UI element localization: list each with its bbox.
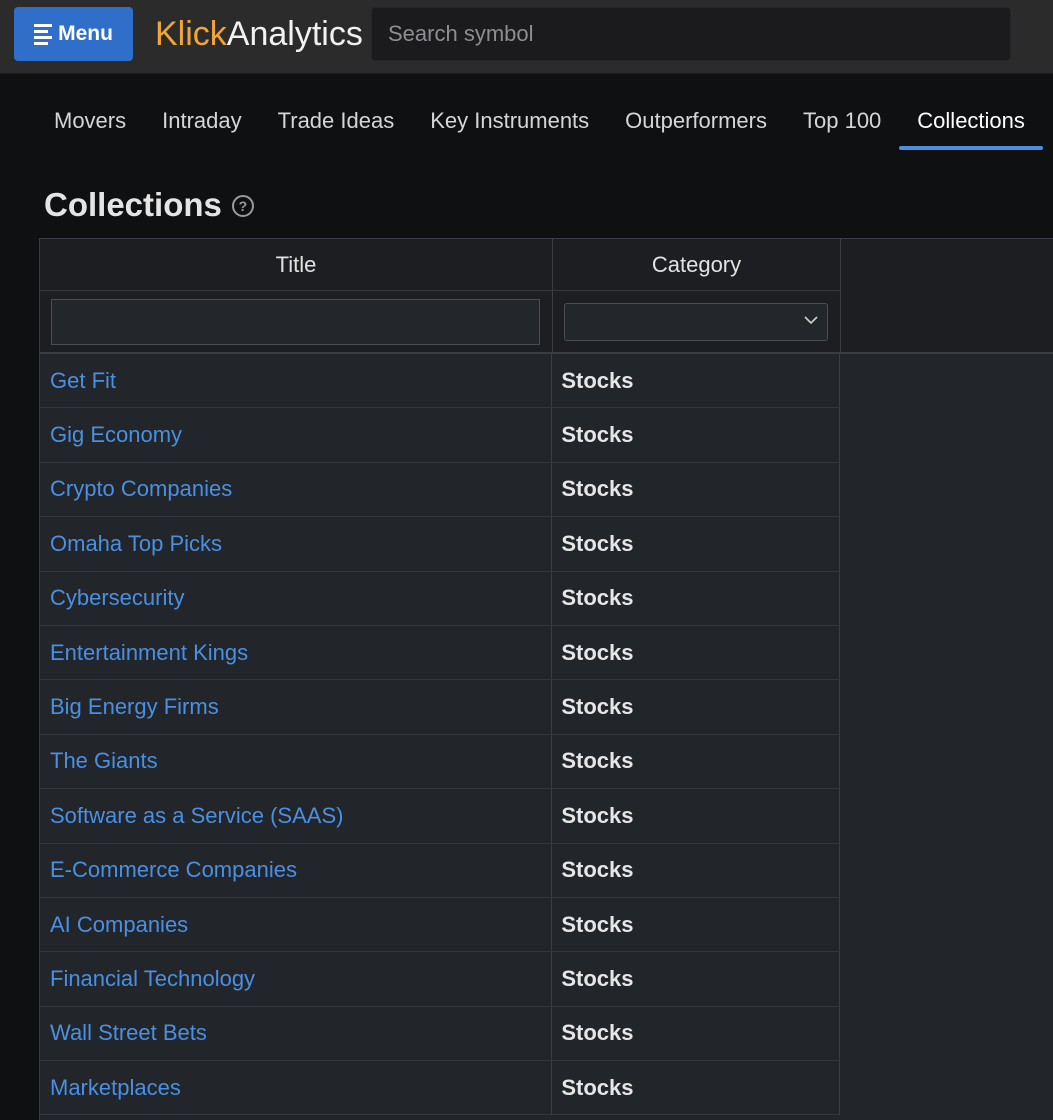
table-row: Marketplaces Stocks <box>40 1061 840 1116</box>
chevron-down-icon <box>804 316 818 325</box>
collection-link[interactable]: Big Energy Firms <box>50 694 219 720</box>
collection-link[interactable]: Marketplaces <box>50 1075 181 1101</box>
hamburger-icon <box>34 23 53 45</box>
category-value: Stocks <box>561 748 634 774</box>
category-cell: Stocks <box>552 354 840 408</box>
title-cell: AI Companies <box>40 897 553 952</box>
title-cell: The Giants <box>40 734 553 789</box>
collection-link[interactable]: E-Commerce Companies <box>50 857 297 883</box>
table-row: Big Energy Firms Stocks <box>40 680 840 735</box>
logo-analytics: Analytics <box>226 15 363 53</box>
table-row: Omaha Top Picks Stocks <box>40 517 840 572</box>
table-row: Wall Street Bets Stocks <box>40 1006 840 1062</box>
category-cell: Stocks <box>552 952 840 1006</box>
tab-outperformers[interactable]: Outperformers <box>607 94 785 150</box>
title-cell: E-Commerce Companies <box>40 843 553 897</box>
menu-button[interactable]: Menu <box>14 7 133 61</box>
title-cell: Software as a Service (SAAS) <box>40 789 553 843</box>
category-value: Stocks <box>561 476 634 502</box>
tab-trade-ideas[interactable]: Trade Ideas <box>260 94 413 150</box>
category-value: Stocks <box>561 857 634 883</box>
logo-klick: Klick <box>155 15 227 53</box>
table-row: Cybersecurity Stocks <box>40 571 840 626</box>
table-body: Get Fit Stocks Gig Economy Stocks Crypto Com… <box>40 354 840 1116</box>
collection-link[interactable]: Entertainment Kings <box>50 640 248 666</box>
column-header-category[interactable]: Category <box>553 239 840 291</box>
page-title: Collections <box>44 186 222 223</box>
table-row: E-Commerce Companies Stocks <box>40 843 840 898</box>
category-value: Stocks <box>561 802 634 828</box>
top-bar: Menu KlickAnalytics <box>0 0 1053 74</box>
table-row: Financial Technology Stocks <box>40 952 840 1007</box>
table-row: Gig Economy Stocks <box>40 408 840 463</box>
category-cell: Stocks <box>552 625 840 680</box>
table-header: Title Category <box>40 239 1053 354</box>
tab-key-instruments[interactable]: Key Instruments <box>412 94 607 150</box>
column-title: Title <box>40 239 553 352</box>
help-circle-icon[interactable]: ? <box>231 195 254 217</box>
title-cell: Get Fit <box>40 354 553 408</box>
table-row: Entertainment Kings Stocks <box>40 625 840 681</box>
collection-link[interactable]: Get Fit <box>50 368 116 394</box>
title-cell: Gig Economy <box>40 408 553 462</box>
category-cell: Stocks <box>552 680 840 734</box>
title-cell: Wall Street Bets <box>40 1006 553 1061</box>
category-cell: Stocks <box>552 1006 840 1061</box>
title-cell: Financial Technology <box>40 952 553 1006</box>
category-cell: Stocks <box>552 789 840 843</box>
collection-link[interactable]: Gig Economy <box>50 422 182 448</box>
category-cell: Stocks <box>552 897 840 952</box>
title-cell: Big Energy Firms <box>40 680 553 734</box>
tab-collections[interactable]: Collections <box>899 94 1043 150</box>
table-row: Get Fit Stocks <box>40 354 840 409</box>
category-value: Stocks <box>561 694 634 720</box>
category-cell: Stocks <box>552 843 840 897</box>
title-cell: Marketplaces <box>40 1061 553 1115</box>
collection-link[interactable]: Wall Street Bets <box>50 1020 207 1046</box>
category-value: Stocks <box>561 911 634 937</box>
tab-movers[interactable]: Movers <box>36 94 144 150</box>
collection-link[interactable]: Omaha Top Picks <box>50 531 222 557</box>
collection-link[interactable]: Software as a Service (SAAS) <box>50 803 343 829</box>
page-heading: Collections ? <box>44 186 254 224</box>
search-input[interactable] <box>371 7 1011 61</box>
category-value: Stocks <box>561 965 634 991</box>
collections-table: Title Category Get Fit Stocks Gig Economy S… <box>39 238 1053 1120</box>
category-cell: Stocks <box>552 571 840 625</box>
logo[interactable]: KlickAnalytics <box>155 14 363 54</box>
category-value: Stocks <box>561 639 634 665</box>
category-value: Stocks <box>561 1020 634 1046</box>
title-cell: Entertainment Kings <box>40 625 553 680</box>
collection-link[interactable]: Financial Technology <box>50 966 255 992</box>
category-value: Stocks <box>561 367 634 393</box>
title-cell: Cybersecurity <box>40 571 553 625</box>
category-cell: Stocks <box>552 734 840 789</box>
tab-top-100[interactable]: Top 100 <box>785 94 899 150</box>
column-header-title[interactable]: Title <box>40 239 552 291</box>
tab-intraday[interactable]: Intraday <box>144 94 260 150</box>
category-value: Stocks <box>561 530 634 556</box>
nav-tabs: Movers Intraday Trade Ideas Key Instrume… <box>36 94 1043 150</box>
collection-link[interactable]: Cybersecurity <box>50 585 184 611</box>
collection-link[interactable]: Crypto Companies <box>50 476 232 502</box>
menu-button-label: Menu <box>58 22 113 45</box>
table-row: Crypto Companies Stocks <box>40 462 840 518</box>
category-value: Stocks <box>561 585 634 611</box>
column-category: Category <box>553 239 841 352</box>
title-cell: Omaha Top Picks <box>40 517 553 571</box>
table-row: AI Companies Stocks <box>40 897 840 953</box>
category-cell: Stocks <box>552 408 840 462</box>
category-value: Stocks <box>561 422 634 448</box>
title-cell: Crypto Companies <box>40 462 553 517</box>
category-value: Stocks <box>561 1074 634 1100</box>
collection-link[interactable]: AI Companies <box>50 912 188 938</box>
category-cell: Stocks <box>552 462 840 517</box>
title-filter-input[interactable] <box>51 299 540 345</box>
category-filter-select[interactable] <box>564 303 828 341</box>
collection-link[interactable]: The Giants <box>50 748 158 774</box>
table-row: The Giants Stocks <box>40 734 840 790</box>
category-cell: Stocks <box>552 517 840 571</box>
table-row: Software as a Service (SAAS) Stocks <box>40 789 840 844</box>
category-cell: Stocks <box>552 1061 840 1115</box>
